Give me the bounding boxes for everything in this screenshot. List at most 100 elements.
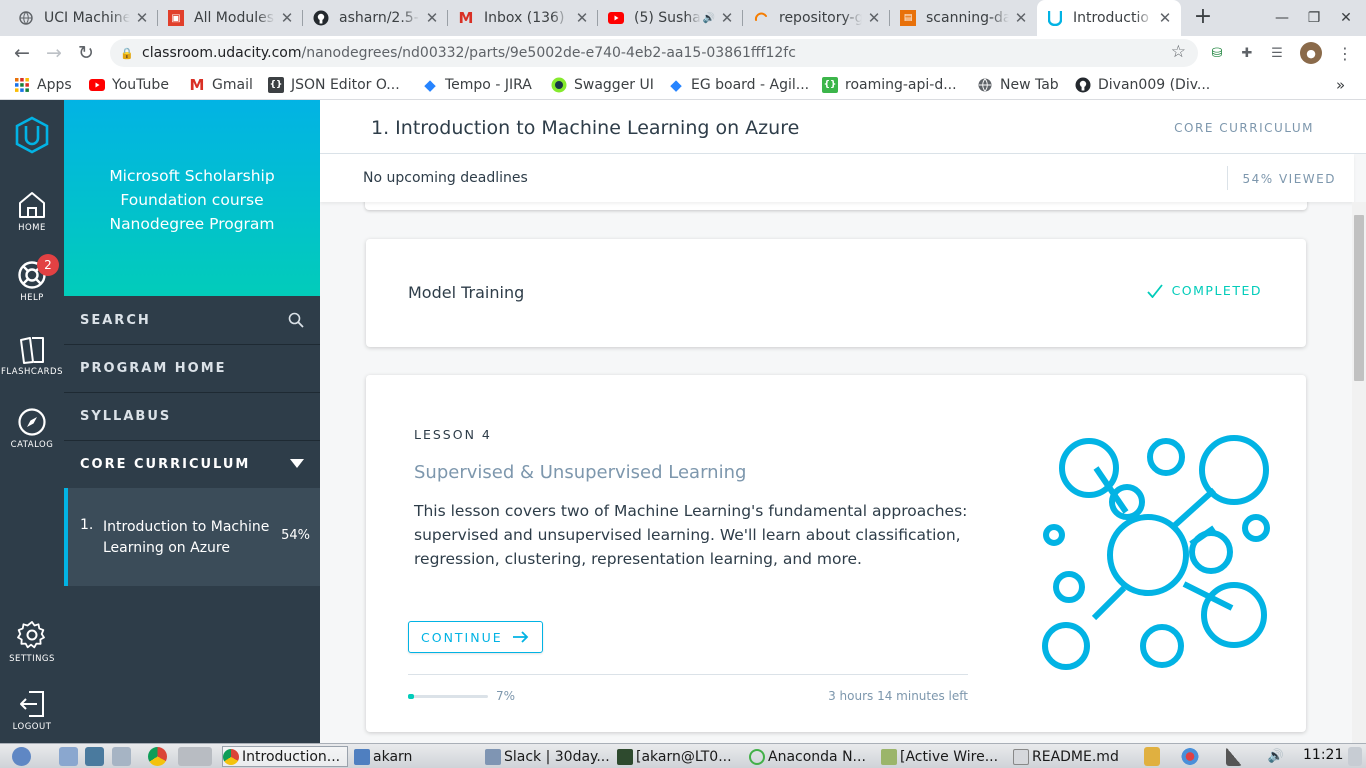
url-host: classroom.udacity.com — [142, 45, 302, 61]
close-window-button[interactable]: ✕ — [1334, 6, 1358, 30]
window-icon — [485, 748, 501, 765]
bookmark-eg-board[interactable]: ◆ EG board - Agil... — [668, 75, 809, 95]
volume-icon[interactable]: 🔊 — [1266, 747, 1286, 766]
rail-settings[interactable]: SETTINGS — [0, 619, 64, 664]
browser-tab[interactable]: repository-g ✕ — [743, 0, 890, 36]
rail-flashcards-label: FLASHCARDS — [0, 367, 64, 377]
concept-card-model-training[interactable]: Model Training COMPLETED — [366, 239, 1306, 347]
tab-close-icon[interactable]: ✕ — [1013, 9, 1029, 27]
sidebar-search[interactable]: SEARCH — [64, 296, 320, 345]
rail-flashcards[interactable]: FLASHCARDS — [0, 336, 64, 377]
browser-tab[interactable]: asharn/2.5-n ✕ — [303, 0, 448, 36]
bookmark-tempo-jira[interactable]: ◆ Tempo - JIRA — [422, 75, 532, 95]
browser-tab[interactable]: ▤ scanning-da ✕ — [890, 0, 1037, 36]
bookmark-new-tab[interactable]: New Tab — [977, 75, 1059, 95]
tab-close-icon[interactable]: ✕ — [424, 9, 440, 27]
tab-close-icon[interactable]: ✕ — [719, 9, 735, 27]
clipboard-icon[interactable] — [1144, 747, 1160, 766]
address-bar[interactable]: 🔒 classroom.udacity.com/nanodegrees/nd00… — [110, 39, 1198, 67]
rail-logout[interactable]: LOGOUT — [0, 689, 64, 732]
rail-help-label: HELP — [20, 293, 44, 303]
icon-rail: HOME HELP 2 FLASHCARDS CATALOG SETTINGS … — [0, 100, 64, 743]
time-left: 3 hours 14 minutes left — [828, 689, 968, 703]
search-icon — [288, 312, 304, 332]
bookmark-youtube[interactable]: YouTube — [89, 75, 169, 95]
taskbar-item-readme[interactable]: README.md — [1013, 746, 1139, 767]
deadline-text: No upcoming deadlines — [363, 170, 528, 186]
reload-button[interactable]: ↻ — [74, 41, 98, 65]
taskbar-item-terminal[interactable]: [akarn@LT0... — [617, 746, 743, 767]
divider — [408, 674, 968, 675]
taskbar-item-wireframe[interactable]: [Active Wire... — [881, 746, 1007, 767]
sidebar-syllabus[interactable]: SYLLABUS — [64, 393, 320, 441]
notification-badge[interactable]: 2 — [37, 254, 59, 276]
show-desktop-icon[interactable] — [59, 747, 78, 766]
bookmarks-overflow-icon[interactable]: » — [1336, 75, 1345, 95]
minimize-button[interactable]: — — [1270, 6, 1294, 30]
browser-tab-active[interactable]: Introductio ✕ — [1037, 0, 1181, 36]
chrome-icon[interactable] — [148, 747, 167, 766]
media-control-icon[interactable]: ☰ — [1266, 42, 1288, 64]
calculator-icon[interactable] — [85, 747, 104, 766]
lesson-progress-fill — [408, 694, 414, 699]
taskbar-item-anaconda[interactable]: Anaconda N... — [749, 746, 875, 767]
notification-area-icon[interactable] — [1348, 747, 1362, 766]
lesson-number: 1. — [80, 517, 94, 533]
browser-tab[interactable]: M Inbox (136) - ✕ — [448, 0, 598, 36]
tab-title: asharn/2.5-n — [339, 10, 420, 26]
apps-grid-icon — [14, 77, 30, 93]
scrollbar-thumb[interactable] — [1354, 215, 1364, 381]
lesson-title[interactable]: Supervised & Unsupervised Learning — [414, 462, 746, 483]
sidebar-program-home[interactable]: PROGRAM HOME — [64, 345, 320, 393]
browser-tab[interactable]: ▣ All Modules ✕ — [158, 0, 303, 36]
program-hero: Microsoft Scholarship Foundation course … — [64, 100, 320, 296]
udacity-logo[interactable] — [0, 116, 64, 154]
profile-avatar[interactable]: ● — [1300, 42, 1322, 64]
lock-icon[interactable]: 🔒 — [120, 47, 134, 60]
taskbar-item-chrome[interactable]: Introduction... — [222, 746, 348, 767]
os-taskbar: Introduction... akarn Slack | 30day... [… — [0, 743, 1366, 768]
rail-home[interactable]: HOME — [0, 190, 64, 233]
puzzle-icon[interactable]: ✚ — [1236, 42, 1258, 64]
launcher-icon[interactable] — [178, 747, 212, 766]
udacity-icon — [1047, 10, 1063, 26]
continue-button[interactable]: CONTINUE — [408, 621, 543, 653]
bookmark-roaming-api[interactable]: {} roaming-api-d... — [822, 75, 957, 95]
sidebar-core-curriculum[interactable]: CORE CURRICULUM — [64, 441, 320, 489]
taskbar-clock[interactable]: 11:21 — [1303, 747, 1343, 763]
back-button[interactable]: ← — [10, 41, 34, 65]
browser-tab[interactable]: (5) Susha 🔊 ✕ — [598, 0, 743, 36]
browser-tab[interactable]: UCI Machine ✕ — [8, 0, 158, 36]
tab-close-icon[interactable]: ✕ — [574, 9, 590, 27]
bookmark-gmail[interactable]: M Gmail — [189, 75, 253, 95]
bookmark-label: YouTube — [112, 77, 169, 93]
rail-catalog[interactable]: CATALOG — [0, 407, 64, 450]
restore-button[interactable]: ❐ — [1302, 6, 1326, 30]
swagger-icon — [551, 77, 567, 93]
start-menu-icon[interactable] — [12, 747, 31, 766]
section-label[interactable]: CORE CURRICULUM — [1174, 121, 1314, 135]
completed-status: COMPLETED — [1146, 283, 1262, 298]
menu-kebab-icon[interactable]: ⋮ — [1334, 42, 1356, 64]
tray-app-icon[interactable] — [1180, 747, 1200, 766]
tab-close-icon[interactable]: ✕ — [1157, 9, 1173, 27]
tab-close-icon[interactable]: ✕ — [134, 9, 150, 27]
bookmark-divan009[interactable]: Divan009 (Div... — [1075, 75, 1210, 95]
tab-close-icon[interactable]: ✕ — [866, 9, 882, 27]
bookmark-star-icon[interactable]: ☆ — [1171, 42, 1186, 62]
bookmark-apps[interactable]: Apps — [14, 75, 72, 95]
network-signal-icon[interactable] — [1226, 747, 1242, 766]
extension-icon[interactable]: ⛁ — [1206, 42, 1228, 64]
bookmark-json-editor[interactable]: {} JSON Editor O... — [268, 75, 400, 95]
window-icon[interactable] — [112, 747, 131, 766]
forward-button[interactable]: → — [42, 41, 66, 65]
audio-playing-icon[interactable]: 🔊 — [703, 13, 715, 24]
new-tab-button[interactable]: + — [1190, 5, 1216, 31]
sidebar-lesson-item[interactable]: 1. Introduction to Machine Learning on A… — [64, 488, 320, 586]
taskbar-item-folder[interactable]: akarn — [354, 746, 479, 767]
tab-close-icon[interactable]: ✕ — [279, 9, 295, 27]
lesson-header: 1. Introduction to Machine Learning on A… — [320, 100, 1366, 154]
url-path: /nanodegrees/nd00332/parts/9e5002de-e740… — [301, 45, 796, 61]
taskbar-item-slack[interactable]: Slack | 30day... — [485, 746, 611, 767]
bookmark-swagger[interactable]: Swagger UI — [551, 75, 654, 95]
